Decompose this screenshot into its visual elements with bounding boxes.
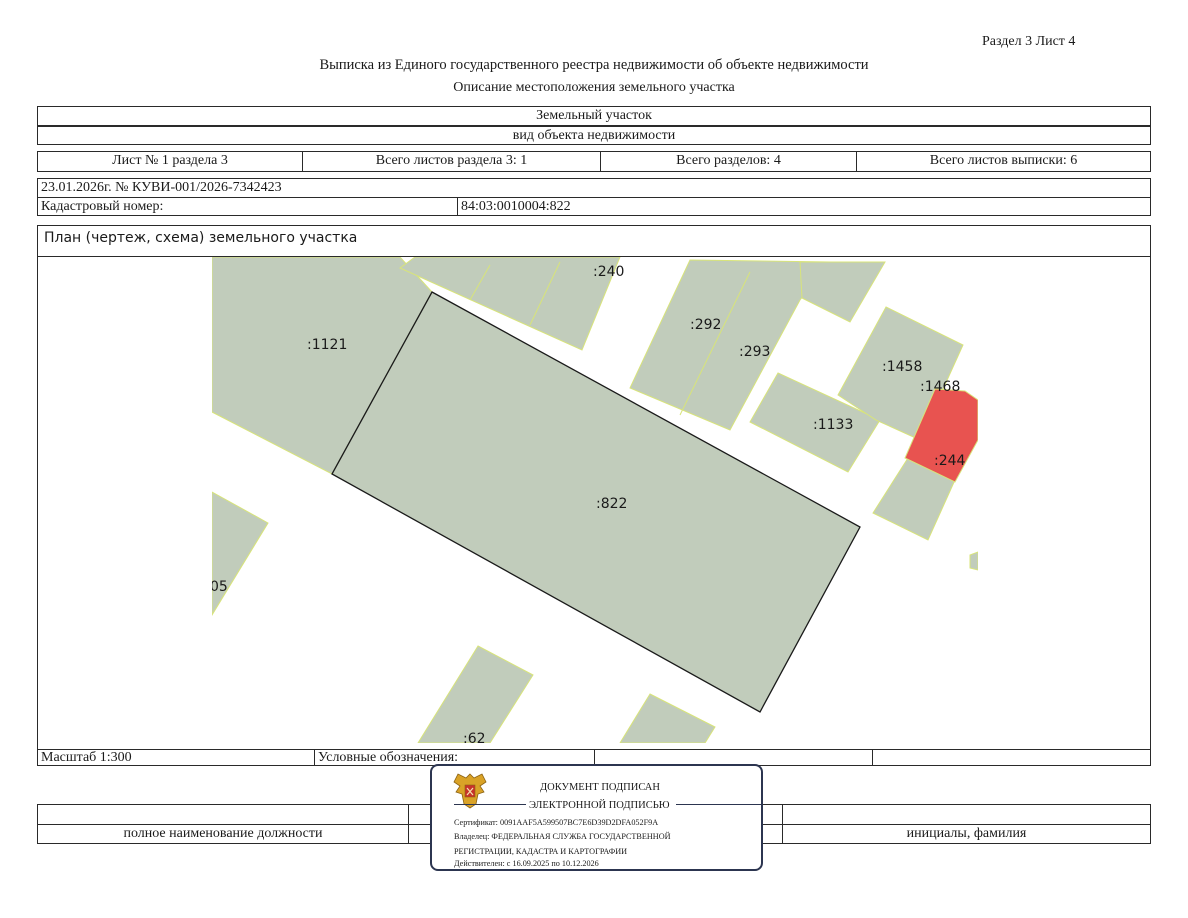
stamp-owner-2: РЕГИСТРАЦИИ, КАДАСТРА И КАРТОГРАФИИ [454,847,628,856]
stamp-rule-left [454,804,526,805]
object-type-value: Земельный участок [37,106,1151,126]
cadastral-number-label: Кадастровый номер: [37,197,458,216]
label-1121: :1121 [307,337,347,353]
label-293: :293 [739,344,770,360]
parcel-05 [212,491,269,616]
document-title: Выписка из Единого государственного реес… [319,57,869,73]
parcel-top-right [799,261,886,323]
label-1468: :1468 [920,379,960,395]
total-extract-sheets: Всего листов выписки: 6 [856,151,1151,172]
name-cell [782,804,1151,825]
stamp-owner: Владелец: ФЕДЕРАЛЬНАЯ СЛУЖБА ГОСУДАРСТВЕ… [454,832,671,841]
position-cell [37,804,409,825]
label-244: :244 [934,453,966,469]
total-sections: Всего разделов: 4 [600,151,857,172]
plan-title: План (чертеж, схема) земельного участка [44,230,358,246]
legend-cell-empty-2 [872,749,1151,766]
stamp-line2: ЭЛЕКТРОННОЙ ПОДПИСЬЮ [529,800,670,811]
cadastral-number-value: 84:03:0010004:822 [457,197,1151,216]
electronic-signature-stamp: ДОКУМЕНТ ПОДПИСАН ЭЛЕКТРОННОЙ ПОДПИСЬЮ С… [430,764,763,871]
parcel-bottom-middle [619,693,716,743]
label-240: :240 [593,264,624,280]
sheet-number: Лист № 1 раздела 3 [37,151,303,172]
label-62: :62 [463,731,486,743]
label-292: :292 [690,317,721,333]
parcel-62 [417,645,534,743]
position-caption: полное наименование должности [37,824,409,844]
label-1458: :1458 [882,359,922,375]
scale-label: Масштаб 1:300 [37,749,315,766]
label-822: :822 [596,496,627,512]
stamp-rule-right [676,804,762,805]
parcel-edge-sliver [969,551,978,571]
label-05: 05 [212,579,228,595]
name-caption: инициалы, фамилия [782,824,1151,844]
stamp-line1: ДОКУМЕНТ ПОДПИСАН [540,782,660,793]
stamp-validity: Действителен: с 16.09.2025 по 10.12.2026 [454,859,599,868]
document-subtitle: Описание местоположения земельного участ… [453,80,735,95]
total-section-sheets: Всего листов раздела 3: 1 [302,151,601,172]
record-date-number: 23.01.2026г. № КУВИ-001/2026-7342423 [37,178,1151,198]
parcel-map: :240 :1121 :292 :293 :1458 :1468 :1133 :… [212,257,978,743]
section-sheet-label: Раздел 3 Лист 4 [982,34,1076,49]
object-type-caption: вид объекта недвижимости [37,126,1151,145]
stamp-certificate: Сертификат: 0091AAF5A599507BC7E6D39D2DFA… [454,818,659,827]
label-1133: :1133 [813,417,853,433]
